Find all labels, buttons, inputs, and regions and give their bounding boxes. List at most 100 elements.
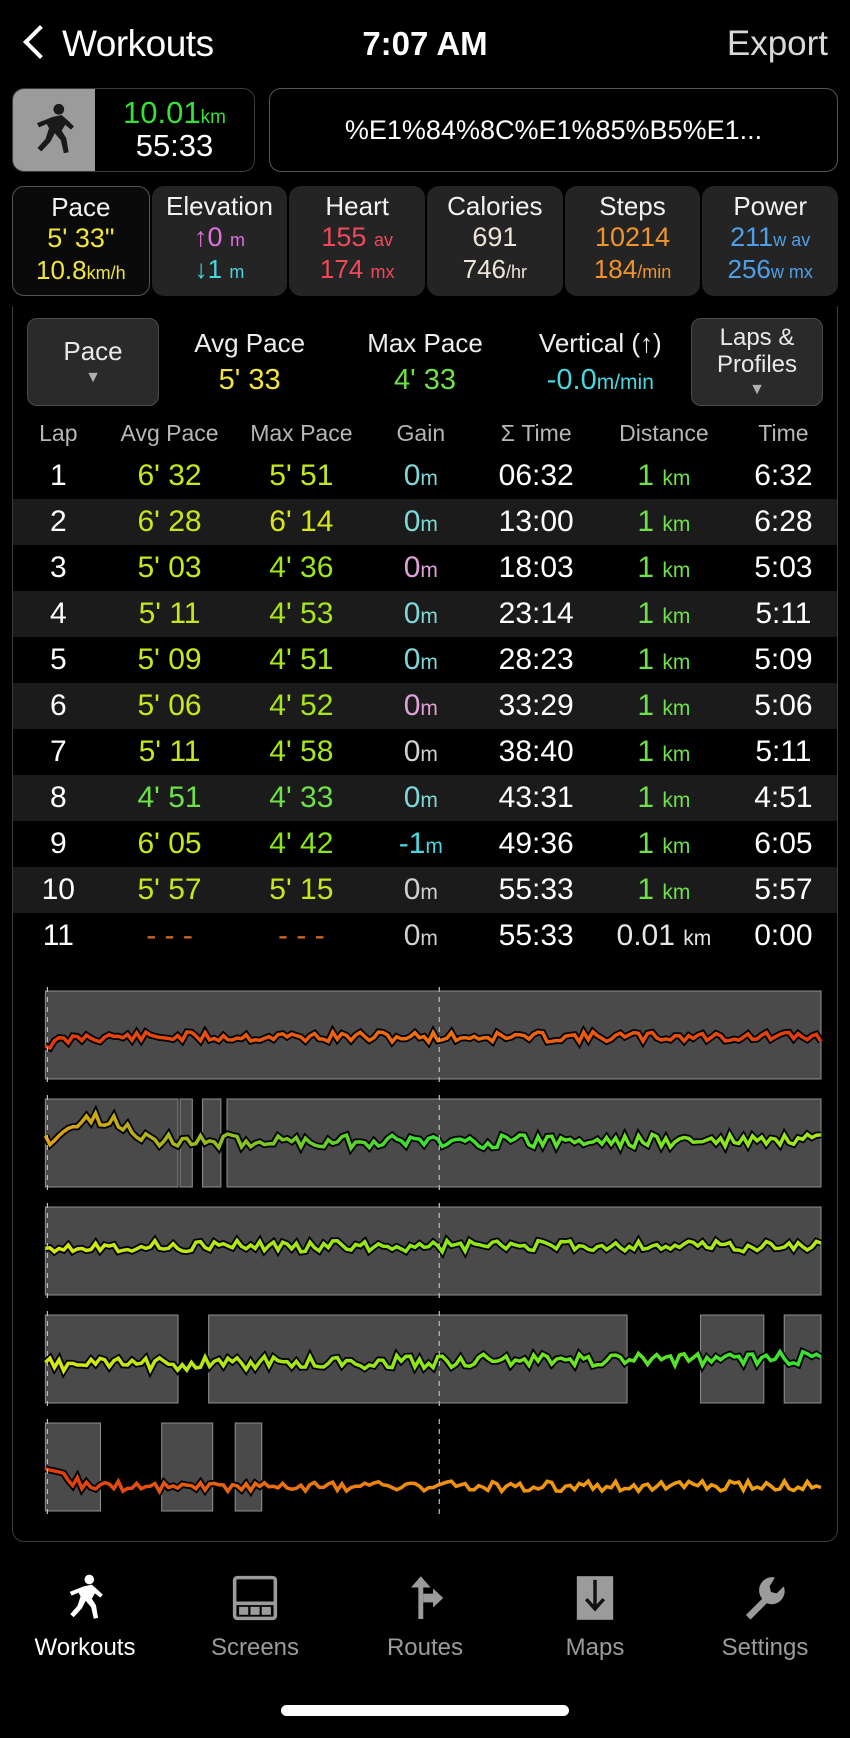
metric-value-secondary: 746/hr bbox=[462, 253, 528, 284]
cell-avg-pace: 5' 06 bbox=[137, 689, 202, 722]
table-row[interactable]: 7 5' 11 4' 58 0m 38:40 1 km 5:11 bbox=[13, 729, 837, 775]
tab-maps[interactable]: Maps bbox=[510, 1574, 680, 1662]
export-button[interactable]: Export bbox=[727, 24, 828, 64]
caret-down-icon: ▼ bbox=[749, 381, 765, 399]
metric-value-primary: ↑0 m bbox=[193, 221, 246, 252]
metric-tile-power[interactable]: Power 211w av 256w mx bbox=[702, 186, 839, 296]
cell-lap: 6 bbox=[49, 689, 67, 722]
cell-time: 6:05 bbox=[754, 827, 813, 860]
metric-tile-steps[interactable]: Steps 10214 184/min bbox=[564, 186, 701, 296]
chart-cadence-profile[interactable] bbox=[27, 1203, 823, 1299]
cell-time: 5:57 bbox=[754, 873, 813, 906]
cell-max-pace: 5' 15 bbox=[269, 873, 334, 906]
table-row[interactable]: 3 5' 03 4' 36 0m 18:03 1 km 5:03 bbox=[13, 545, 837, 591]
cell-distance: 1 km bbox=[637, 827, 691, 860]
cell-distance: 1 km bbox=[637, 459, 691, 492]
col-max-pace[interactable]: Max Pace bbox=[235, 416, 367, 453]
cell-time: 5:06 bbox=[754, 689, 813, 722]
cell-max-pace: 4' 51 bbox=[269, 643, 334, 676]
cell-lap: 3 bbox=[49, 551, 67, 584]
cell-time: 6:32 bbox=[754, 459, 813, 492]
metric-label: Calories bbox=[447, 191, 543, 221]
tab-settings[interactable]: Settings bbox=[680, 1574, 850, 1662]
table-row[interactable]: 4 5' 11 4' 53 0m 23:14 1 km 5:11 bbox=[13, 591, 837, 637]
col-avg-pace[interactable]: Avg Pace bbox=[104, 416, 236, 453]
cell-avg-pace: 6' 32 bbox=[137, 459, 202, 492]
tab-label: Routes bbox=[386, 1634, 464, 1661]
cell-avg-pace: 5' 03 bbox=[137, 551, 202, 584]
table-row[interactable]: 8 4' 51 4' 33 0m 43:31 1 km 4:51 bbox=[13, 775, 837, 821]
route-arrow-icon bbox=[411, 1576, 444, 1619]
pace-metric-dropdown[interactable]: Pace ▼ bbox=[27, 318, 159, 406]
metric-value-secondary: 256w mx bbox=[727, 253, 813, 284]
table-header-row: Lap Avg Pace Max Pace Gain Σ Time Distan… bbox=[13, 416, 837, 453]
chart-power-profile[interactable] bbox=[27, 1311, 823, 1407]
dropdown-label-line1: Laps & bbox=[719, 324, 795, 352]
cell-distance: 0.01 km bbox=[616, 919, 712, 952]
running-icon bbox=[69, 1574, 103, 1619]
workout-summary-card[interactable]: 10.01km 55:33 bbox=[12, 88, 255, 172]
chart-pace-profile[interactable] bbox=[27, 1095, 823, 1191]
cell-time: 5:03 bbox=[754, 551, 813, 584]
col-sum-time[interactable]: Σ Time bbox=[474, 416, 598, 453]
cell-gain: 0m bbox=[403, 689, 438, 722]
cell-avg-pace: 5' 11 bbox=[138, 597, 201, 630]
cell-avg-pace: 5' 11 bbox=[138, 735, 201, 768]
cell-avg-pace: - - - bbox=[146, 919, 193, 952]
col-lap[interactable]: Lap bbox=[13, 416, 104, 453]
cell-time: 4:51 bbox=[754, 781, 813, 814]
cell-max-pace: 4' 33 bbox=[269, 781, 334, 814]
cell-gain: 0m bbox=[403, 551, 438, 584]
cell-gain: 0m bbox=[403, 873, 438, 906]
metric-tile-elevation[interactable]: Elevation ↑0 m ↓1 m bbox=[151, 186, 288, 296]
map-download-icon bbox=[576, 1576, 614, 1620]
cell-lap: 4 bbox=[49, 597, 67, 630]
metric-tile-calories[interactable]: Calories 691 746/hr bbox=[427, 186, 563, 296]
col-time[interactable]: Time bbox=[730, 416, 837, 453]
tab-routes[interactable]: Routes bbox=[340, 1574, 510, 1662]
cell-lap: 11 bbox=[42, 919, 74, 952]
tab-label: Workouts bbox=[34, 1634, 136, 1661]
table-row[interactable]: 9 6' 05 4' 42 -1m 49:36 1 km 6:05 bbox=[13, 821, 837, 867]
cell-max-pace: 4' 52 bbox=[269, 689, 334, 722]
cell-avg-pace: 5' 09 bbox=[137, 643, 202, 676]
tab-screens[interactable]: Screens bbox=[170, 1574, 340, 1662]
cell-sum-time: 13:00 bbox=[498, 505, 574, 538]
table-row[interactable]: 10 5' 57 5' 15 0m 55:33 1 km 5:57 bbox=[13, 867, 837, 913]
col-gain[interactable]: Gain bbox=[367, 416, 474, 453]
cell-gain: 0m bbox=[403, 505, 438, 538]
cell-sum-time: 06:32 bbox=[498, 459, 574, 492]
summary-duration: 55:33 bbox=[135, 128, 214, 163]
cell-gain: 0m bbox=[403, 781, 438, 814]
screens-grid-icon bbox=[232, 1575, 278, 1621]
metric-tile-pace[interactable]: Pace 5' 33" 10.8km/h bbox=[12, 186, 150, 296]
laps-table: Lap Avg Pace Max Pace Gain Σ Time Distan… bbox=[13, 416, 837, 959]
cell-sum-time: 33:29 bbox=[498, 689, 574, 722]
laps-profiles-dropdown[interactable]: Laps & Profiles ▼ bbox=[690, 318, 823, 406]
tab-label: Screens bbox=[210, 1634, 300, 1661]
chart-heart-rate-profile[interactable] bbox=[27, 987, 823, 1083]
chevron-left-icon[interactable] bbox=[22, 23, 48, 65]
table-row[interactable]: 6 5' 06 4' 52 0m 33:29 1 km 5:06 bbox=[13, 683, 837, 729]
metric-value-primary: 5' 33" bbox=[47, 222, 115, 253]
secondary-stats-row: Pace ▼ Avg Pace 5' 33 Max Pace 4' 33 Ver… bbox=[13, 306, 837, 416]
tab-workouts[interactable]: Workouts bbox=[0, 1574, 170, 1662]
chart-elevation-profile[interactable] bbox=[27, 1419, 823, 1515]
cell-distance: 1 km bbox=[637, 873, 691, 906]
col-distance[interactable]: Distance bbox=[598, 416, 730, 453]
cell-max-pace: 4' 58 bbox=[269, 735, 334, 768]
cell-distance: 1 km bbox=[637, 505, 691, 538]
table-row[interactable]: 2 6' 28 6' 14 0m 13:00 1 km 6:28 bbox=[13, 499, 837, 545]
stat-label: Max Pace bbox=[367, 327, 483, 358]
cell-sum-time: 38:40 bbox=[498, 735, 574, 768]
metric-tiles: Pace 5' 33" 10.8km/h Elevation ↑0 m ↓1 m… bbox=[0, 186, 850, 296]
metric-tile-heart[interactable]: Heart 155 av 174 mx bbox=[289, 186, 426, 296]
table-row[interactable]: 1 6' 32 5' 51 0m 06:32 1 km 6:32 bbox=[13, 453, 837, 499]
table-row[interactable]: 5 5' 09 4' 51 0m 28:23 1 km 5:09 bbox=[13, 637, 837, 683]
table-row[interactable]: 11 - - - - - - 0m 55:33 0.01 km 0:00 bbox=[13, 913, 837, 959]
stat-value: 5' 33 bbox=[218, 363, 281, 396]
workout-name-field[interactable]: %E1%84%8C%E1%85%B5%E1... bbox=[269, 88, 838, 172]
metric-value-secondary: 174 mx bbox=[319, 253, 395, 284]
dropdown-label: Pace bbox=[63, 336, 123, 367]
back-button[interactable]: Workouts bbox=[22, 23, 214, 65]
